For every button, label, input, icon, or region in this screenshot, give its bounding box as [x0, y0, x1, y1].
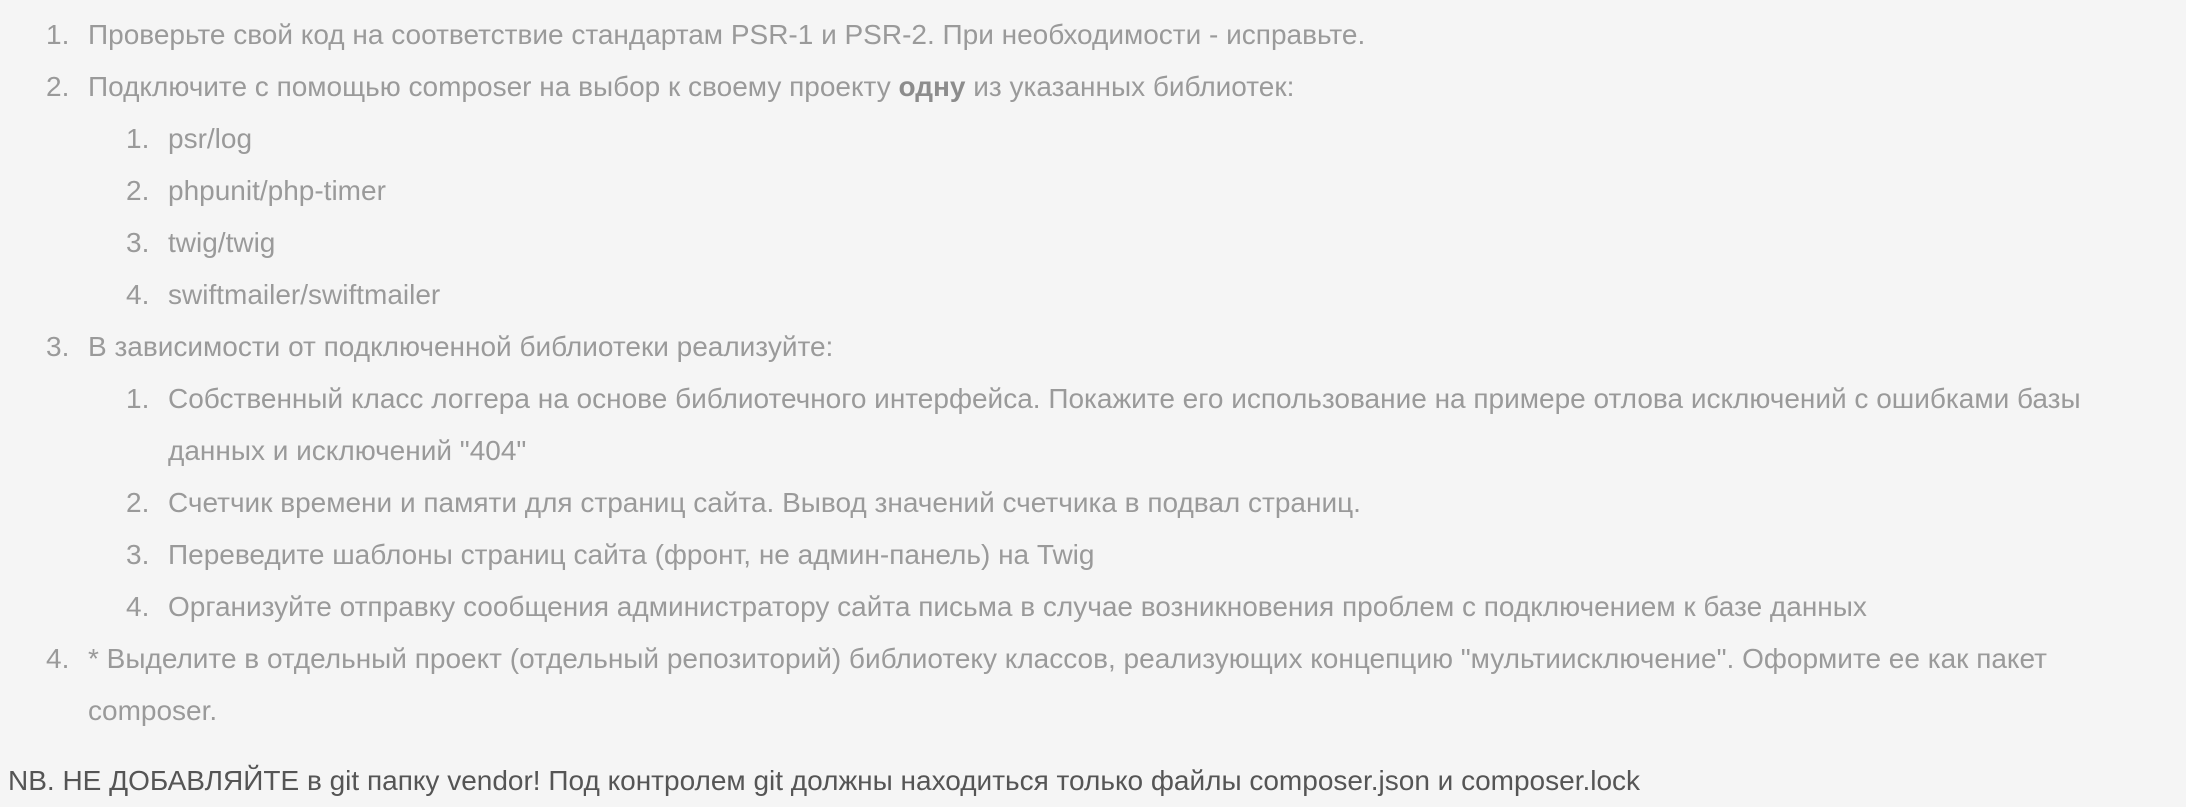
list-number: 2.	[126, 175, 150, 206]
sub-list-item-text: Организуйте отправку сообщения администр…	[168, 591, 1867, 622]
list-number: 1.	[126, 383, 150, 414]
implementation-list: 1. Собственный класс логгера на основе б…	[88, 373, 2172, 633]
task-list: 1. Проверьте свой код на соответствие ст…	[0, 9, 2186, 737]
list-item: 4. * Выделите в отдельный проект (отдель…	[0, 633, 2186, 737]
sub-list-item: 4. Организуйте отправку сообщения админи…	[88, 581, 2172, 633]
list-number: 4.	[46, 643, 70, 674]
list-item-text: Проверьте свой код на соответствие станд…	[88, 19, 1366, 50]
sub-list-item: 1. psr/log	[88, 113, 2172, 165]
list-number: 2.	[46, 71, 70, 102]
list-item-text: * Выделите в отдельный проект (отдельный…	[88, 643, 2047, 726]
library-name: swiftmailer/swiftmailer	[168, 279, 441, 310]
text-part: из указанных библиотек:	[965, 71, 1295, 102]
list-item: 2. Подключите с помощью composer на выбо…	[0, 61, 2186, 321]
list-number: 3.	[46, 331, 70, 362]
sub-list-item-text: Собственный класс логгера на основе библ…	[168, 383, 2081, 466]
list-number: 1.	[126, 123, 150, 154]
sub-list-item-text: Переведите шаблоны страниц сайта (фронт,…	[168, 539, 1095, 570]
list-number: 2.	[126, 487, 150, 518]
library-list: 1. psr/log 2. phpunit/php-timer 3. twig/…	[88, 113, 2172, 321]
library-name: twig/twig	[168, 227, 276, 258]
sub-list-item-text: Счетчик времени и памяти для страниц сай…	[168, 487, 1361, 518]
list-item: 3. В зависимости от подключенной библиот…	[0, 321, 2186, 633]
list-item-text: В зависимости от подключенной библиотеки…	[88, 331, 834, 362]
sub-list-item: 1. Собственный класс логгера на основе б…	[88, 373, 2172, 477]
list-number: 4.	[126, 279, 150, 310]
list-number: 4.	[126, 591, 150, 622]
sub-list-item: 3. twig/twig	[88, 217, 2172, 269]
sub-list-item: 2. Счетчик времени и памяти для страниц …	[88, 477, 2172, 529]
list-number: 3.	[126, 539, 150, 570]
sub-list-item: 3. Переведите шаблоны страниц сайта (фро…	[88, 529, 2172, 581]
list-number: 1.	[46, 19, 70, 50]
text-part: Подключите с помощью composer на выбор к…	[88, 71, 899, 102]
vendor-note: NB. НЕ ДОБАВЛЯЙТЕ в git папку vendor! По…	[8, 765, 1641, 796]
emphasis-text: одну	[898, 71, 966, 102]
document: 1. Проверьте свой код на соответствие ст…	[0, 0, 2186, 804]
list-number: 3.	[126, 227, 150, 258]
sub-list-item: 2. phpunit/php-timer	[88, 165, 2172, 217]
list-item-text: Подключите с помощью composer на выбор к…	[88, 71, 1294, 102]
library-name: phpunit/php-timer	[168, 175, 386, 206]
library-name: psr/log	[168, 123, 253, 154]
sub-list-item: 4. swiftmailer/swiftmailer	[88, 269, 2172, 321]
list-item: 1. Проверьте свой код на соответствие ст…	[0, 9, 2186, 61]
